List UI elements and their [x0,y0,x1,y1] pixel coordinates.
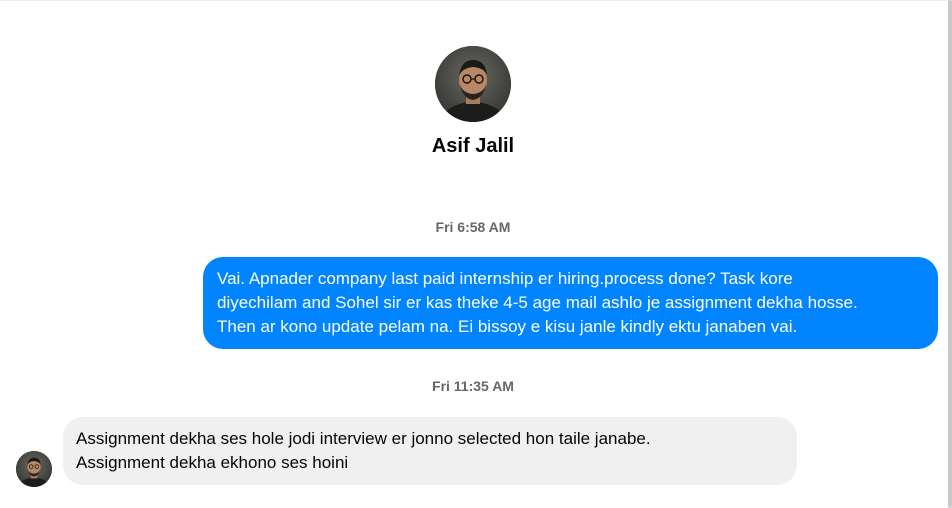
contact-profile-header: Asif Jalil [0,46,946,158]
profile-photo-icon [16,451,52,487]
profile-photo-icon [435,46,511,122]
scrollbar[interactable] [948,0,952,508]
top-divider [0,0,946,1]
sender-avatar[interactable] [16,451,52,487]
message-text-line: Vai. Apnader company last paid internshi… [217,269,793,288]
outgoing-message-bubble[interactable]: Vai. Apnader company last paid internshi… [203,257,938,349]
message-timestamp: Fri 11:35 AM [432,378,514,394]
incoming-message-bubble[interactable]: Assignment dekha ses hole jodi interview… [63,417,797,485]
chat-window: Asif Jalil Fri 6:58 AM Vai. Apnader comp… [0,0,952,508]
contact-name[interactable]: Asif Jalil [432,134,514,158]
message-text-line: diyechilam and Sohel sir er kas theke 4-… [217,293,858,312]
message-text-line: Then ar kono update pelam na. Ei bissoy … [217,317,798,336]
message-text-line: Assignment dekha ses hole jodi interview… [76,429,651,448]
message-text-line: Assignment dekha ekhono ses hoini [76,453,349,472]
scrollbar-thumb[interactable] [948,0,952,508]
message-timestamp: Fri 6:58 AM [435,219,511,235]
contact-avatar[interactable] [435,46,511,122]
